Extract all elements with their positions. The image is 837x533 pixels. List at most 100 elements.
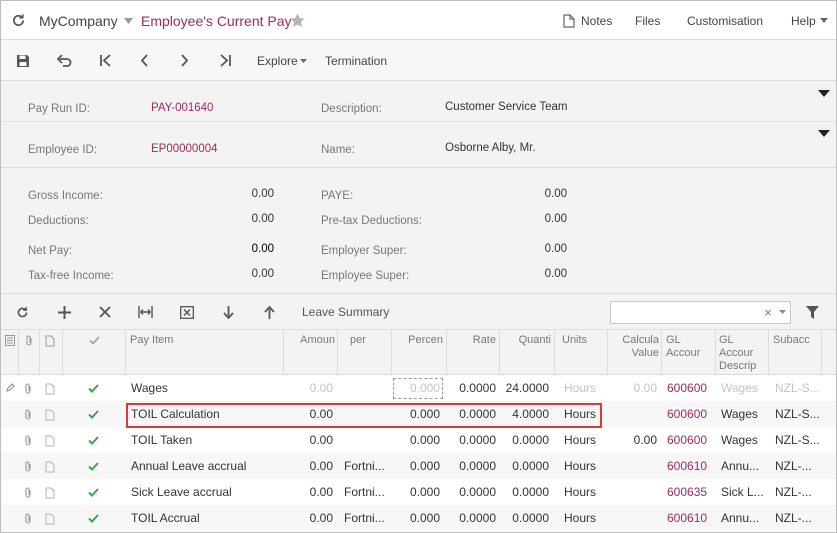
customisation-link[interactable]: Customisation xyxy=(687,1,763,40)
delete-row-icon[interactable] xyxy=(96,294,114,330)
explore-menu[interactable]: Explore xyxy=(257,40,298,81)
row-note-icon[interactable] xyxy=(45,479,57,505)
collapse-header-icon[interactable] xyxy=(818,90,830,97)
top-bar: MyCompany Employee's Current Pay Notes F… xyxy=(1,1,836,40)
header-gl-account[interactable]: GL Accour xyxy=(666,334,712,360)
notes-icon[interactable] xyxy=(563,1,575,40)
search-dropdown-icon[interactable] xyxy=(777,294,787,330)
fit-columns-icon[interactable] xyxy=(136,294,154,330)
notes-column-icon xyxy=(45,335,55,351)
cell-gl-account[interactable]: 600610 xyxy=(667,505,713,531)
previous-record-icon[interactable] xyxy=(134,40,154,81)
termination-button[interactable]: Termination xyxy=(325,40,387,81)
pay-run-id-link[interactable]: PAY-001640 xyxy=(151,102,213,114)
move-up-icon[interactable] xyxy=(260,294,278,330)
table-row[interactable]: TOIL Accrual 0.00 Fortni... 0.000 0.0000 0.00… xyxy=(1,505,836,531)
cell-units: Hours xyxy=(564,459,597,473)
header-gl-desc-line1: GL xyxy=(719,334,734,346)
row-note-icon[interactable] xyxy=(45,453,57,479)
column-divider xyxy=(715,330,716,375)
grid-refresh-icon[interactable] xyxy=(13,294,31,330)
cell-gl-account[interactable]: 600600 xyxy=(667,375,713,401)
employee-id-link[interactable]: EP00000004 xyxy=(151,143,218,155)
cell-units: Hours xyxy=(564,511,597,525)
gross-income-label: Gross Income: xyxy=(28,190,103,202)
header-pay-item[interactable]: Pay Item xyxy=(130,334,173,347)
header-gl-account-line1: GL xyxy=(666,334,681,346)
row-note-icon[interactable] xyxy=(45,505,57,531)
company-dropdown-icon[interactable] xyxy=(124,1,133,40)
column-divider xyxy=(391,330,392,375)
cell-per xyxy=(344,401,389,427)
row-attachment-icon[interactable] xyxy=(24,375,36,401)
row-note-icon[interactable] xyxy=(45,401,57,427)
row-attachment-icon[interactable] xyxy=(24,479,36,505)
row-attachment-icon[interactable] xyxy=(24,427,36,453)
header-percent[interactable]: Percen xyxy=(395,334,443,347)
deductions-label: Deductions: xyxy=(28,215,89,227)
row-checked-icon xyxy=(88,479,102,505)
export-excel-icon[interactable] xyxy=(178,294,196,330)
favorite-star-icon[interactable] xyxy=(289,1,306,40)
cell-calculated-value xyxy=(609,453,657,479)
row-selector-icon[interactable] xyxy=(5,335,15,350)
last-record-icon[interactable] xyxy=(215,40,235,81)
next-record-icon[interactable] xyxy=(174,40,194,81)
cell-pay-item: Annual Leave accrual xyxy=(131,459,247,473)
header-rate[interactable]: Rate xyxy=(450,334,496,347)
save-icon[interactable] xyxy=(13,40,33,81)
cell-pay-item: TOIL Accrual xyxy=(131,511,200,525)
row-note-icon[interactable] xyxy=(45,375,57,401)
files-link[interactable]: Files xyxy=(635,1,660,40)
notes-link[interactable]: Notes xyxy=(581,1,612,40)
first-record-icon[interactable] xyxy=(95,40,115,81)
header-per[interactable]: per xyxy=(350,334,366,347)
cell-rate: 0.0000 xyxy=(459,433,496,447)
add-row-icon[interactable] xyxy=(55,294,73,330)
cell-per xyxy=(344,375,389,401)
row-attachment-icon[interactable] xyxy=(24,453,36,479)
header-gl-account-description[interactable]: GL Accour Descrip xyxy=(719,334,765,373)
refresh-icon[interactable] xyxy=(11,1,26,40)
row-checked-icon xyxy=(88,505,102,531)
cell-rate: 0.0000 xyxy=(459,511,496,525)
cell-gl-account[interactable]: 600610 xyxy=(667,453,713,479)
cell-gl-description: Wages xyxy=(721,407,758,421)
cell-gl-account[interactable]: 600600 xyxy=(667,427,713,453)
header-subaccount[interactable]: Subacc xyxy=(773,334,813,347)
header-quantity[interactable]: Quanti xyxy=(503,334,551,347)
column-divider xyxy=(821,330,822,375)
undo-icon[interactable] xyxy=(54,40,74,81)
column-divider xyxy=(39,330,40,375)
header-amount[interactable]: Amoun xyxy=(287,334,335,347)
table-row[interactable]: TOIL Taken 0.00 0.000 0.0000 0.0000 Hours 0.00… xyxy=(1,427,836,453)
table-row[interactable]: TOIL Calculation 0.00 0.000 0.0000 4.0000 Hou… xyxy=(1,401,836,427)
cell-gl-account[interactable]: 600635 xyxy=(667,479,713,505)
grid-header: Pay Item Amoun per Percen Rate Quanti Un… xyxy=(1,329,836,375)
company-name[interactable]: MyCompany xyxy=(39,1,118,40)
grid-toolbar: Leave Summary × xyxy=(1,293,836,329)
row-checked-icon xyxy=(88,401,102,427)
clear-search-icon[interactable]: × xyxy=(762,294,774,330)
move-down-icon[interactable] xyxy=(219,294,237,330)
percent-cell-editor[interactable] xyxy=(393,378,443,399)
row-note-icon[interactable] xyxy=(45,427,57,453)
leave-summary-button[interactable]: Leave Summary xyxy=(302,294,389,330)
help-link[interactable]: Help xyxy=(791,1,816,40)
row-attachment-icon[interactable] xyxy=(24,505,36,531)
row-attachment-icon[interactable] xyxy=(24,401,36,427)
cell-gl-description: Sick L... xyxy=(721,485,764,499)
header-calculated-value[interactable]: Calcula Value xyxy=(611,334,659,360)
help-dropdown-icon[interactable] xyxy=(820,1,828,40)
table-row[interactable]: Annual Leave accrual 0.00 Fortni... 0.000 0.… xyxy=(1,453,836,479)
filter-icon[interactable] xyxy=(804,294,820,330)
description-value: Customer Service Team xyxy=(445,101,567,113)
cell-gl-account[interactable]: 600600 xyxy=(667,401,713,427)
header-units[interactable]: Units xyxy=(562,334,587,347)
explore-dropdown-icon[interactable] xyxy=(300,40,307,81)
cell-per: Fortni... xyxy=(344,485,385,499)
checked-column-icon xyxy=(89,336,100,349)
cell-rate: 0.0000 xyxy=(459,381,496,395)
table-row[interactable]: Sick Leave accrual 0.00 Fortni... 0.000 0.00… xyxy=(1,479,836,505)
collapse-employee-icon[interactable] xyxy=(818,130,830,137)
